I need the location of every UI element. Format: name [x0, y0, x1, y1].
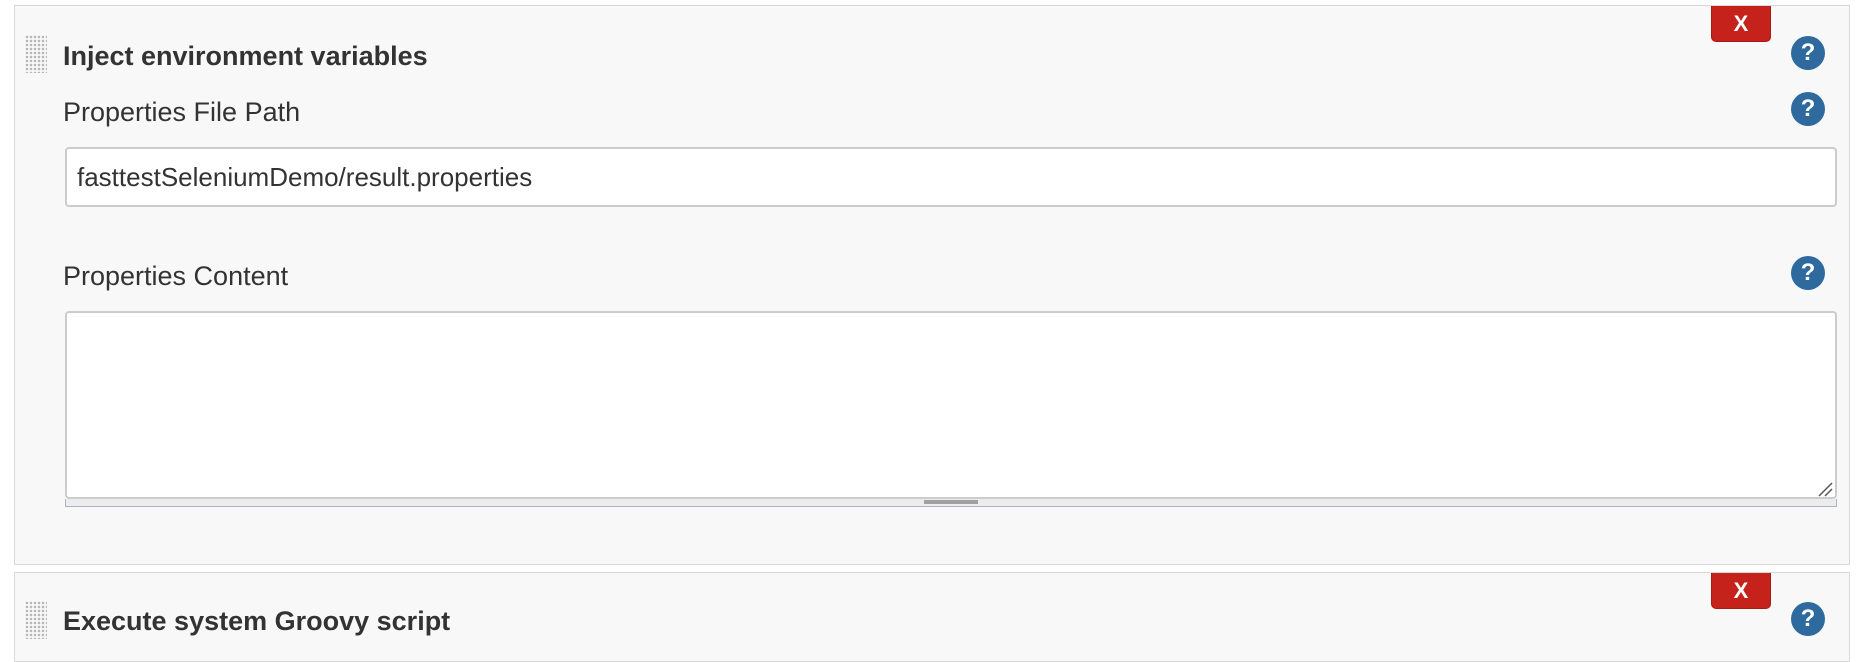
help-icon[interactable]: ? — [1791, 92, 1825, 126]
properties-content-label: Properties Content — [63, 261, 289, 291]
build-step-inject-env-vars: X ? Inject environment variables Propert… — [14, 5, 1850, 565]
help-icon[interactable]: ? — [1791, 602, 1825, 636]
resize-corner-icon[interactable] — [1817, 481, 1833, 497]
drag-handle-icon[interactable] — [25, 35, 47, 73]
resize-grip-icon — [924, 500, 978, 504]
help-icon[interactable]: ? — [1791, 256, 1825, 290]
help-icon[interactable]: ? — [1791, 36, 1825, 70]
properties-file-path-label: Properties File Path — [63, 97, 301, 127]
build-step-groovy-script: X ? Execute system Groovy script — [14, 572, 1850, 662]
delete-step-button[interactable]: X — [1711, 6, 1771, 42]
textarea-resize-bar[interactable] — [65, 499, 1837, 507]
section-title: Execute system Groovy script — [63, 606, 451, 636]
properties-file-path-input[interactable] — [65, 147, 1837, 207]
section-title: Inject environment variables — [63, 41, 428, 71]
properties-content-textarea[interactable] — [65, 311, 1837, 499]
delete-step-button[interactable]: X — [1711, 573, 1771, 609]
drag-handle-icon[interactable] — [25, 601, 47, 639]
